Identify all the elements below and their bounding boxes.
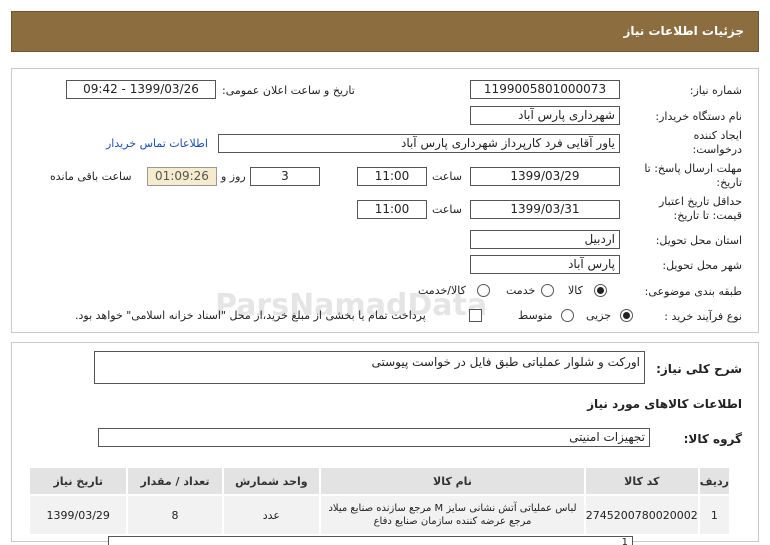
reply-date-field: 1399/03/29 <box>470 167 620 186</box>
need-number-field: 1199005801000073 <box>470 80 620 99</box>
page-title: جزئیات اطلاعات نیاز <box>623 24 744 38</box>
col-name: نام کالا <box>319 466 586 496</box>
reply-time-field: 11:00 <box>357 167 427 186</box>
goods-table: ردیف کد کالا نام کالا واحد شمارش تعداد /… <box>27 466 732 536</box>
summary-field: اورکت و شلوار عملیاتی طبق فایل در خواست … <box>94 351 645 384</box>
city-field: پارس آباد <box>470 255 620 274</box>
creator-field: یاور آقایی فرد کارپرداز شهرداری پارس آبا… <box>218 134 620 153</box>
buyer-org-label: نام دستگاه خریدار: <box>655 110 742 123</box>
remaining-time-label: ساعت باقی مانده <box>50 170 132 183</box>
process-minor-label: جزیی <box>586 309 612 322</box>
table-row: 1 2745200780020002 لباس عملیاتی آتش نشان… <box>27 494 732 536</box>
process-minor-radio[interactable] <box>620 309 633 322</box>
category-label: طبقه بندی موضوعی: <box>644 285 742 298</box>
cell-qty: 8 <box>126 494 224 536</box>
col-qty: تعداد / مقدار <box>126 466 224 496</box>
col-code: کد کالا <box>583 466 700 496</box>
page-header: جزئیات اطلاعات نیاز <box>11 11 759 52</box>
footer-field: 1 <box>108 536 633 545</box>
buyer-org-field: شهرداری پارس آباد <box>470 106 620 125</box>
goods-section-title: اطلاعات کالاهای مورد نیاز <box>587 397 742 411</box>
province-label: استان محل تحویل: <box>655 234 742 247</box>
summary-text: اورکت و شلوار عملیاتی طبق فایل در خواست … <box>371 355 640 369</box>
cell-row: 1 <box>697 494 732 536</box>
goods-table-header: ردیف کد کالا نام کالا واحد شمارش تعداد /… <box>27 466 732 496</box>
summary-label: شرح کلی نیاز: <box>656 362 742 376</box>
reply-time-label: ساعت <box>432 170 462 183</box>
cell-unit: عدد <box>221 494 322 536</box>
category-both-label: کالا/خدمت <box>418 284 466 297</box>
cell-date: 1399/03/29 <box>27 494 129 536</box>
col-date: تاریخ نیاز <box>27 466 129 496</box>
col-row: ردیف <box>697 466 732 496</box>
remaining-time-field: 01:09:26 <box>147 167 217 186</box>
announce-label: تاریخ و ساعت اعلان عمومی: <box>222 84 355 97</box>
process-label: نوع فرآیند خرید : <box>664 310 742 323</box>
category-goods-label: کالا <box>568 284 583 297</box>
process-medium-radio[interactable] <box>561 309 574 322</box>
cell-name: لباس عملیاتی آتش نشانی سایز M مرجع سازند… <box>319 494 586 536</box>
treasury-payment-checkbox[interactable] <box>469 309 482 322</box>
announce-field: 1399/03/26 - 09:42 <box>66 80 216 99</box>
validity-time-field: 11:00 <box>357 200 427 219</box>
days-label: روز و <box>221 170 246 183</box>
cell-code: 2745200780020002 <box>583 494 700 536</box>
treasury-payment-note: پرداخت تمام یا بخشی از مبلغ خرید،از محل … <box>75 309 426 322</box>
need-number-label: شماره نیاز: <box>689 84 742 97</box>
category-goods-radio[interactable] <box>594 284 607 297</box>
category-service-label: خدمت <box>506 284 536 297</box>
footer-value: 1 <box>621 537 628 545</box>
validity-time-label: ساعت <box>432 203 462 216</box>
goods-group-field: تجهیزات امنیتی <box>98 428 650 447</box>
reply-deadline-label: مهلت ارسال پاسخ: تا تاریخ: <box>644 162 742 189</box>
province-field: اردبیل <box>470 230 620 249</box>
process-medium-label: متوسط <box>518 309 553 322</box>
city-label: شهر محل تحویل: <box>662 259 742 272</box>
validity-date-field: 1399/03/31 <box>470 200 620 219</box>
category-service-radio[interactable] <box>541 284 554 297</box>
col-unit: واحد شمارش <box>221 466 322 496</box>
goods-group-label: گروه کالا: <box>683 432 742 446</box>
days-field: 3 <box>250 167 320 186</box>
creator-label: ایجاد کننده درخواست: <box>692 129 742 156</box>
price-validity-label: حداقل تاریخ اعتبار قیمت: تا تاریخ: <box>658 195 742 222</box>
category-both-radio[interactable] <box>477 284 490 297</box>
contact-buyer-link[interactable]: اطلاعات تماس خریدار <box>106 137 208 150</box>
